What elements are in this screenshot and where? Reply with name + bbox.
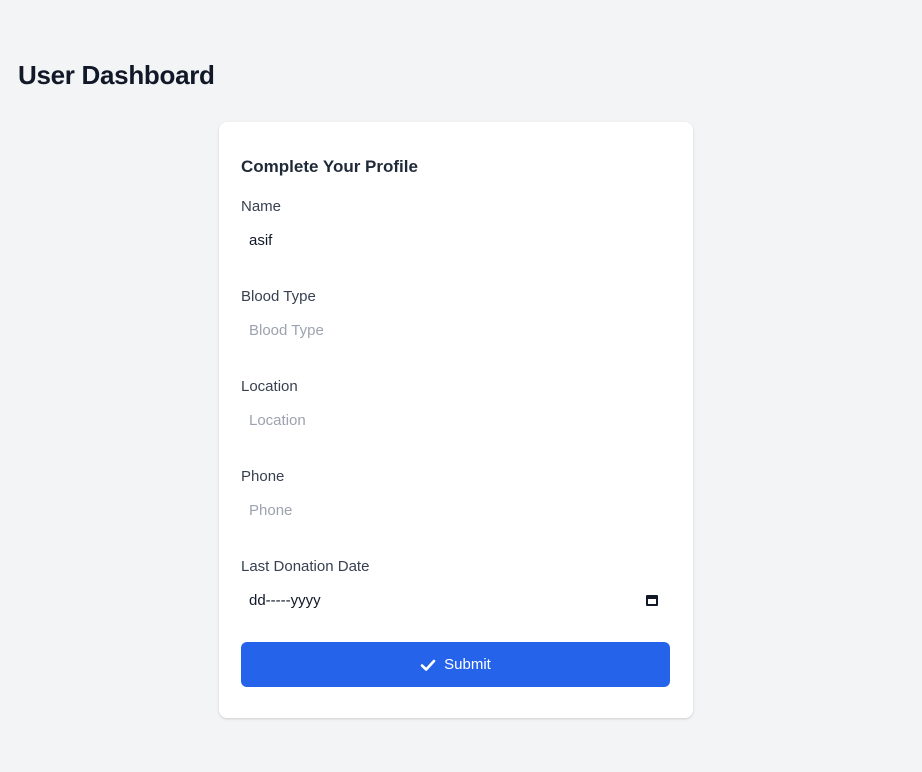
submit-button[interactable]: Submit bbox=[241, 642, 670, 687]
name-input[interactable] bbox=[241, 218, 671, 262]
calendar-icon[interactable] bbox=[645, 593, 659, 607]
location-label: Location bbox=[241, 378, 298, 395]
location-field-group: Location bbox=[241, 376, 671, 442]
check-icon bbox=[420, 659, 436, 671]
phone-label: Phone bbox=[241, 468, 285, 485]
last-donation-date-label: Last Donation Date bbox=[241, 558, 370, 575]
name-label: Name bbox=[241, 198, 282, 215]
page-title: User Dashboard bbox=[18, 60, 215, 90]
name-field-group: Name bbox=[241, 196, 671, 262]
form-title: Complete Your Profile bbox=[241, 157, 418, 176]
blood-type-field-group: Blood Type bbox=[241, 286, 671, 352]
blood-type-input[interactable] bbox=[241, 308, 671, 352]
profile-card: Complete Your Profile Name Blood Type Lo… bbox=[219, 122, 693, 718]
phone-field-group: Phone bbox=[241, 466, 671, 532]
submit-label: Submit bbox=[444, 656, 491, 673]
last-donation-date-input[interactable]: dd-----yyyy bbox=[241, 578, 671, 622]
phone-input[interactable] bbox=[241, 488, 671, 532]
last-donation-date-field-group: Last Donation Date dd-----yyyy bbox=[241, 556, 671, 622]
page: User Dashboard Complete Your Profile Nam… bbox=[0, 0, 922, 772]
date-value[interactable]: dd-----yyyy bbox=[249, 592, 645, 609]
blood-type-label: Blood Type bbox=[241, 288, 316, 305]
location-input[interactable] bbox=[241, 398, 671, 442]
